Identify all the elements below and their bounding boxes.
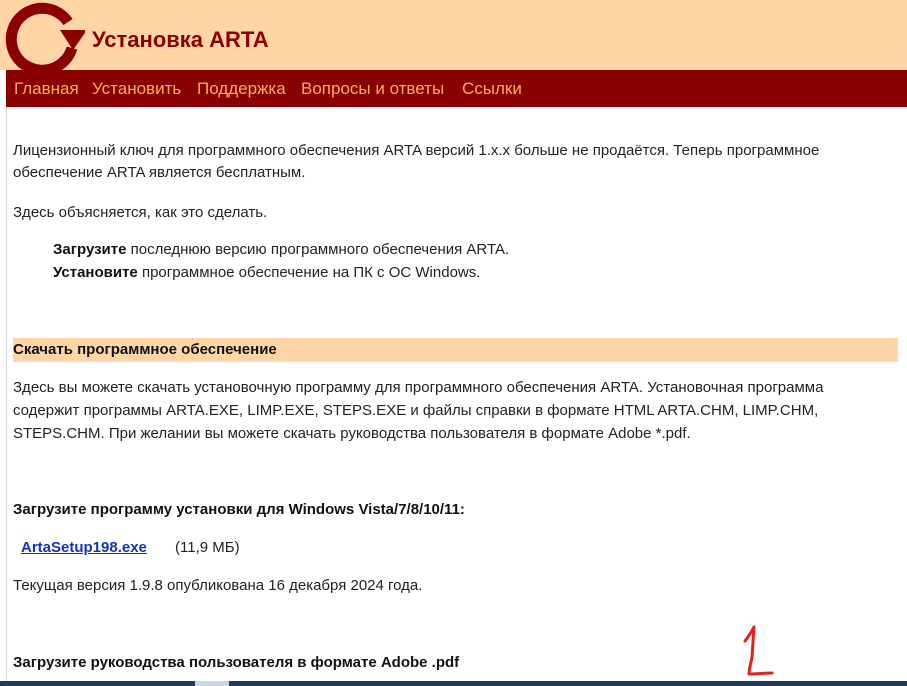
nav-item-links[interactable]: Ссылки	[462, 79, 522, 99]
download-desc-line-3: STEPS.CHM. При желании вы можете скачать…	[13, 425, 691, 442]
download-section-header: Скачать программное обеспечение	[13, 338, 898, 362]
download-desc-line-1: Здесь вы можете скачать установочную про…	[13, 379, 824, 396]
step-download-bold: Загрузите	[53, 241, 127, 258]
step-install-bold: Установите	[53, 264, 138, 281]
nav-item-faq[interactable]: Вопросы и ответы	[301, 79, 444, 99]
nav-item-home[interactable]: Главная	[14, 79, 79, 99]
download-section-title: Скачать программное обеспечение	[13, 341, 277, 358]
site-header: Установка ARTA	[0, 0, 907, 70]
nav-item-install[interactable]: Установить	[92, 79, 181, 99]
download-desc-line-2: содержит программы ARTA.EXE, LIMP.EXE, S…	[13, 402, 819, 419]
step-download-rest: последнюю версию программного обеспечени…	[126, 241, 510, 258]
step-install: Установите программное обеспечение на ПК…	[53, 262, 480, 284]
installer-file-size: (11,9 МБ)	[175, 539, 240, 556]
main-content: Лицензионный ключ для программного обесп…	[6, 107, 907, 686]
taskbar-strip	[0, 681, 907, 686]
explain-text: Здесь объясняется, как это сделать.	[13, 204, 268, 221]
current-version-text: Текущая версия 1.9.8 опубликована 16 дек…	[13, 577, 423, 594]
manuals-heading: Загрузите руководства пользователя в фор…	[13, 654, 460, 671]
handwritten-annotation-mark	[743, 625, 774, 676]
page: Установка ARTA Главная Установить Поддер…	[0, 0, 907, 686]
installer-heading: Загрузите программу установки для Window…	[13, 501, 465, 518]
intro-text-line-1: Лицензионный ключ для программного обесп…	[13, 142, 820, 159]
circular-arrow-logo-icon	[5, 2, 85, 70]
nav-item-support[interactable]: Поддержка	[197, 79, 286, 99]
step-download: Загрузите последнюю версию программного …	[53, 239, 509, 261]
installer-download-link[interactable]: ArtaSetup198.exe	[21, 538, 147, 558]
step-install-rest: программное обеспечение на ПК с ОС Windo…	[137, 264, 481, 281]
site-title: Установка ARTA	[92, 27, 269, 52]
intro-text-line-2: обеспечение ARTA является бесплатным.	[13, 164, 306, 181]
main-nav: Главная Установить Поддержка Вопросы и о…	[6, 70, 907, 107]
taskbar-tab[interactable]	[195, 681, 229, 686]
